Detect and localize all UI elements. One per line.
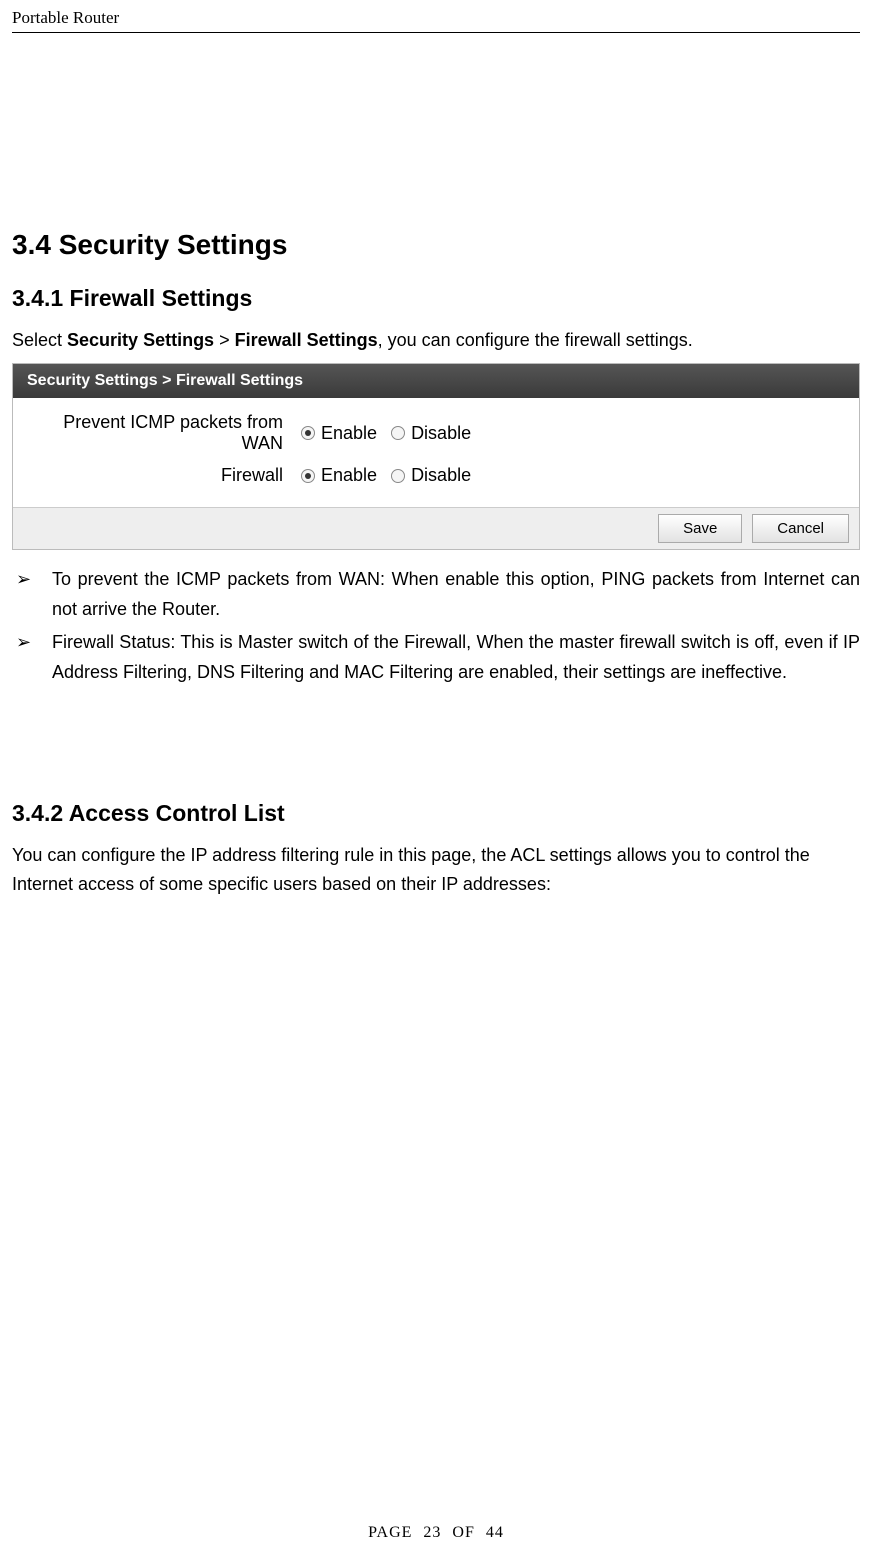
intro-firewall: Select Security Settings > Firewall Sett… [12,326,860,355]
heading-acl: 3.4.2 Access Control List [12,800,860,827]
page-number: PAGE 23 OF 44 [368,1524,504,1541]
breadcrumb-security: Security Settings [67,330,214,350]
cancel-button[interactable]: Cancel [752,514,849,543]
bullet-list: ➢ To prevent the ICMP packets from WAN: … [12,564,860,688]
row-firewall: Firewall Enable Disable [31,465,841,487]
icmp-disable-option[interactable]: Disable [391,423,471,444]
page-content: 3.4 Security Settings 3.4.1 Firewall Set… [12,33,860,899]
radio-label-disable: Disable [411,465,471,486]
header-title: Portable Router [12,8,119,27]
radio-label-enable: Enable [321,465,377,486]
radio-group-icmp: Enable Disable [301,423,471,444]
heading-firewall-settings: 3.4.1 Firewall Settings [12,285,860,312]
intro-post: , you can configure the firewall setting… [378,330,693,350]
list-item: ➢ To prevent the ICMP packets from WAN: … [12,564,860,625]
row-prevent-icmp: Prevent ICMP packets from WAN Enable Dis… [31,412,841,455]
bullet-text: To prevent the ICMP packets from WAN: Wh… [52,564,860,625]
save-button[interactable]: Save [658,514,742,543]
label-prevent-icmp: Prevent ICMP packets from WAN [31,412,301,455]
icmp-enable-option[interactable]: Enable [301,423,377,444]
radio-icon [301,469,315,483]
firewall-settings-panel: Security Settings > Firewall Settings Pr… [12,363,860,550]
intro-pre: Select [12,330,67,350]
label-firewall: Firewall [31,465,301,487]
panel-title: Security Settings > Firewall Settings [13,364,859,398]
breadcrumb-firewall: Firewall Settings [235,330,378,350]
firewall-enable-option[interactable]: Enable [301,465,377,486]
radio-group-firewall: Enable Disable [301,465,471,486]
radio-icon [391,469,405,483]
radio-label-enable: Enable [321,423,377,444]
page-footer: PAGE 23 OF 44 [0,1524,872,1542]
radio-icon [301,426,315,440]
bullet-arrow-icon: ➢ [12,627,52,688]
bullet-arrow-icon: ➢ [12,564,52,625]
intro-acl: You can configure the IP address filteri… [12,841,860,899]
firewall-disable-option[interactable]: Disable [391,465,471,486]
panel-body: Prevent ICMP packets from WAN Enable Dis… [13,398,859,507]
radio-label-disable: Disable [411,423,471,444]
spacer [12,690,860,800]
radio-icon [391,426,405,440]
panel-footer: Save Cancel [13,507,859,549]
heading-security-settings: 3.4 Security Settings [12,229,860,261]
bullet-text: Firewall Status: This is Master switch o… [52,627,860,688]
page-header: Portable Router [12,0,860,33]
list-item: ➢ Firewall Status: This is Master switch… [12,627,860,688]
breadcrumb-sep: > [214,330,235,350]
